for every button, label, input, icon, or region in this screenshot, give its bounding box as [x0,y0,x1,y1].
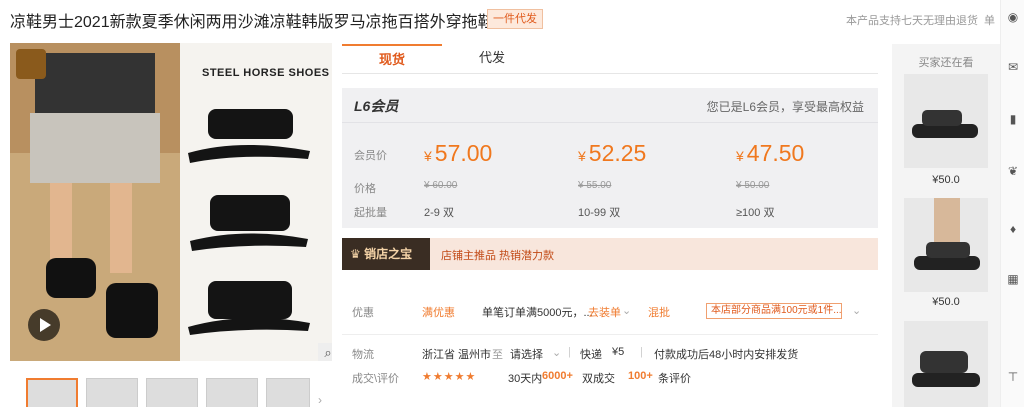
promo-label: 优惠 [352,307,374,319]
calendar-icon[interactable]: ▦ [1006,272,1020,286]
tier-3-member-price: ¥47.50 [736,140,805,166]
deal-period: 30天内 [508,373,543,385]
member-logo: L6会员 [354,98,399,114]
thumbnail[interactable] [206,378,258,407]
logistics-label: 物流 [352,349,374,361]
recommended-item-image[interactable] [904,198,988,292]
refund-note-more: 单 [984,15,995,27]
thumbnail[interactable] [86,378,138,407]
promo-desc: 单笔订单满5000元，... [482,307,593,319]
brand-text: STEEL HORSE SHOES [202,67,330,79]
ship-note: 付款成功后48小时内安排发货 [654,349,799,361]
chevron-down-icon[interactable]: ⌄ [552,346,561,359]
price-panel: L6会员 您已是L6会员，享受最高权益 会员价 价格 起批量 ¥57.00 ¥5… [342,88,878,228]
tier-3-moq: ≥100 双 [736,207,775,219]
promo-box[interactable]: 本店部分商品满100元或1件... [706,303,842,319]
thumbnail[interactable] [266,378,310,407]
promo-action[interactable]: 去装单 [588,304,621,320]
bookmark-icon[interactable]: ▮ [1006,112,1020,126]
express-label: 快递 [580,349,602,361]
recommended-item-image[interactable] [904,321,988,407]
store-badge: ♛ 销店之宝 [342,238,430,270]
review-unit[interactable]: 条评价 [658,370,691,386]
user-icon[interactable]: ◉ [1006,10,1020,24]
product-title: 凉鞋男士2021新款夏季休闲两用沙滩凉鞋韩版罗马凉拖百搭外穿拖鞋 [10,14,494,31]
top-icon[interactable]: ⊤ [1006,370,1020,384]
refund-note: 本产品支持七天无理由退货 [846,15,978,27]
dropship-tag[interactable]: 一件代发 [487,9,543,29]
tier-1-original-price: ¥ 60.00 [424,180,458,191]
product-page: { "header": { "title": "凉鞋男士2021新款夏季休闲两用… [0,0,1024,407]
stock-tabs: 现货 代发 [342,44,878,74]
tier-2-moq: 10-99 双 [578,207,621,219]
magnifier-icon[interactable]: ⌕ [318,343,332,361]
review-count[interactable]: 100+ [628,370,653,382]
deal-label: 成交\评价 [352,373,400,385]
bell-icon[interactable]: ♦ [1006,222,1020,236]
tier-2-member-price: ¥52.25 [578,140,647,166]
store-banner-text: 店铺主推品 热销潜力款 [441,250,555,262]
tab-in-stock[interactable]: 现货 [342,44,442,74]
tier-1-moq: 2-9 双 [424,207,454,219]
rating-stars: ★★★★★ [422,371,477,383]
deal-unit: 双成交 [582,373,615,385]
ship-origin: 浙江省 温州市 [422,349,492,361]
moq-label: 起批量 [354,207,387,219]
product-photo [10,43,310,361]
info-section: 优惠 满优惠 单笔订单满5000元，... 去装单 ⌄ 混批 本店部分商品满10… [342,284,878,407]
thumbnail[interactable] [26,378,78,407]
tier-3-original-price: ¥ 50.00 [736,180,770,191]
separator: | [568,346,571,358]
main-product-image[interactable]: STEEL HORSE SHOES ⌕ [10,43,332,361]
promo-full: 满优惠 [422,307,455,319]
chevron-down-icon[interactable]: ⌄ [852,304,861,317]
crown-icon [16,49,46,79]
chevron-right-icon[interactable]: › [318,393,322,407]
promo-batch[interactable]: 混批 [648,304,670,320]
mail-icon[interactable]: ✉ [1006,60,1020,74]
destination-select[interactable]: 请选择 [510,346,543,362]
deal-count: 6000+ [542,370,573,382]
member-note: 您已是L6会员，享受最高权益 [706,100,864,114]
tier-1-member-price: ¥57.00 [424,140,493,166]
separator: | [640,346,643,358]
recommended-photo [914,198,980,270]
recommended-item-image[interactable] [904,74,988,168]
thumbnail[interactable] [146,378,198,407]
side-toolbar: ◉ ✉ ▮ ❦ ♦ ▦ ⊤ [1000,0,1024,407]
chevron-down-icon[interactable]: ⌄ [622,304,631,317]
ship-to: 至 [492,349,503,361]
buyers-also-viewed: 买家还在看 ¥50.0 ¥50.0 [892,44,1000,407]
tier-2-original-price: ¥ 55.00 [578,180,612,191]
recommended-photo [912,351,980,387]
price-label: 价格 [354,183,376,195]
divider [342,334,878,335]
crown-icon: ♛ [350,247,365,261]
play-icon[interactable] [28,309,60,341]
tab-dropship[interactable]: 代发 [442,44,542,74]
recommended-item-price[interactable]: ¥50.0 [892,296,1000,308]
rail-title: 买家还在看 [918,57,974,69]
recommended-item-price[interactable]: ¥50.0 [892,174,1000,186]
recommended-photo [912,110,978,138]
express-fee: ¥5 [612,346,625,358]
member-price-label: 会员价 [354,150,387,162]
divider [342,122,878,123]
store-banner: ♛ 销店之宝 店铺主推品 热销潜力款 [342,238,878,270]
footprint-icon[interactable]: ❦ [1006,164,1020,178]
